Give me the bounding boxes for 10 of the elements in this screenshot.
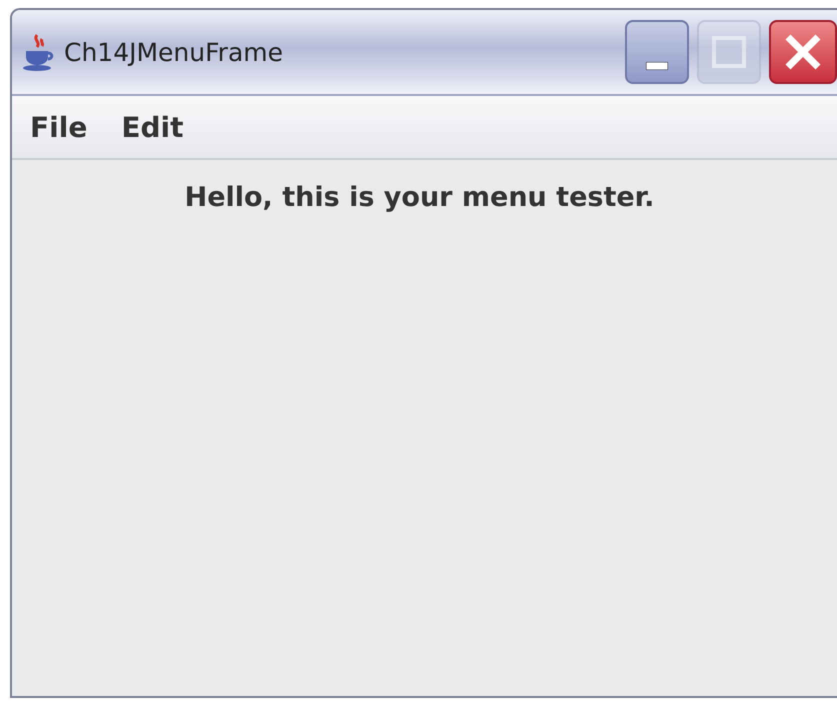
close-button[interactable] xyxy=(769,20,837,84)
message-label: Hello, this is your menu tester. xyxy=(184,182,654,215)
maximize-icon xyxy=(712,36,746,68)
menu-item[interactable]: Edit xyxy=(121,110,184,144)
window-title: Ch14JMenuFrame xyxy=(64,38,284,66)
minimize-icon xyxy=(646,62,668,70)
menu-item[interactable]: File xyxy=(30,110,88,144)
coffee-cup-icon xyxy=(22,33,54,71)
minimize-button[interactable] xyxy=(625,20,689,84)
close-icon xyxy=(783,32,823,72)
